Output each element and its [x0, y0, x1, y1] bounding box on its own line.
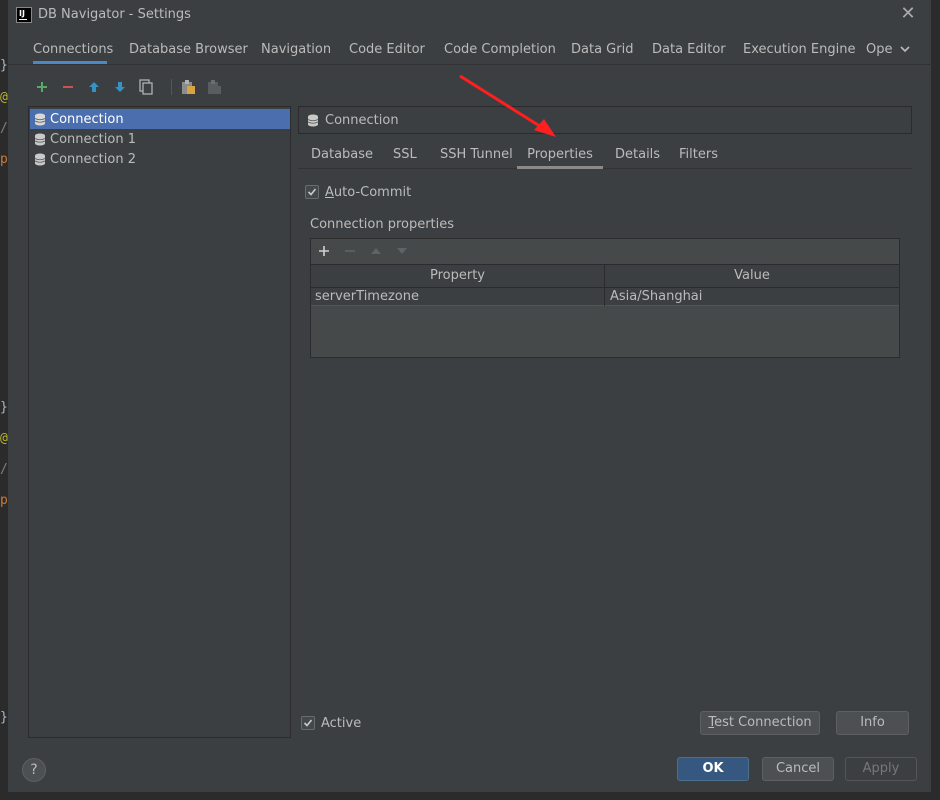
triangle-up-icon [371, 248, 381, 254]
tab-connections[interactable]: Connections [33, 34, 113, 64]
plus-icon [37, 82, 47, 92]
database-icon [34, 113, 46, 125]
test-connection-button[interactable]: Test Connection [700, 711, 820, 735]
tab-options-truncated[interactable]: Ope [866, 34, 892, 64]
list-item-label: Connection 2 [50, 151, 136, 167]
apply-button[interactable]: Apply [845, 757, 917, 781]
help-button[interactable]: ? [22, 758, 46, 782]
arrow-down-icon [115, 82, 125, 92]
copy-icon [139, 79, 153, 95]
main-tab-bar: Connections Database Browser Navigation … [8, 34, 932, 64]
editor-gutter-char: p [0, 493, 8, 508]
column-header-property[interactable]: Property [311, 265, 605, 287]
tab-code-editor[interactable]: Code Editor [349, 34, 425, 64]
auto-commit-checkbox[interactable] [305, 185, 319, 199]
intellij-app-icon: IJ [16, 7, 32, 23]
triangle-down-icon [397, 248, 407, 254]
connection-list: Connection Connection 1 Connection 2 [28, 106, 291, 738]
plus-icon [319, 246, 329, 256]
paste-disabled-button[interactable] [204, 76, 224, 98]
info-button[interactable]: Info [836, 711, 909, 735]
editor-background-gutter: } @ / p } @ / p } [0, 0, 8, 800]
editor-gutter-char: } [0, 400, 8, 415]
settings-dialog: IJ DB Navigator - Settings ✕ Connections… [8, 0, 932, 792]
property-value-cell[interactable]: Asia/Shanghai [605, 288, 899, 306]
close-icon[interactable]: ✕ [898, 4, 918, 24]
tab-data-grid[interactable]: Data Grid [571, 34, 633, 64]
tab-filters[interactable]: Filters [679, 140, 718, 169]
paste-icon [182, 80, 195, 94]
list-item[interactable]: Connection 2 [30, 149, 290, 169]
editor-gutter-char: } [0, 710, 8, 725]
database-icon [307, 114, 319, 126]
connection-header: Connection [298, 106, 912, 134]
tab-execution-engine[interactable]: Execution Engine [743, 34, 855, 64]
list-item[interactable]: Connection 1 [30, 129, 290, 149]
tab-details[interactable]: Details [615, 140, 660, 169]
tab-navigation[interactable]: Navigation [261, 34, 331, 64]
auto-commit-label[interactable]: Auto-Commit [325, 185, 411, 200]
table-row[interactable]: serverTimezone Asia/Shanghai [311, 288, 899, 306]
move-property-down-button[interactable] [393, 242, 411, 260]
connection-properties-label: Connection properties [310, 217, 455, 232]
editor-gutter-char: @ [0, 431, 8, 446]
editor-gutter-char: / [0, 121, 8, 136]
editor-gutter-char: / [0, 462, 8, 477]
properties-table-header: Property Value [311, 264, 899, 288]
tab-properties[interactable]: Properties [517, 140, 603, 169]
add-property-button[interactable] [315, 242, 333, 260]
minus-icon [345, 250, 355, 252]
tab-database-browser[interactable]: Database Browser [129, 34, 248, 64]
editor-gutter-char: } [0, 58, 8, 73]
connection-header-title: Connection [325, 112, 399, 128]
tab-data-editor[interactable]: Data Editor [652, 34, 726, 64]
move-up-button[interactable] [84, 76, 104, 98]
tab-ssh-tunnel[interactable]: SSH Tunnel [440, 140, 513, 169]
editor-gutter-char: p [0, 152, 8, 167]
clipboard-icon [208, 80, 221, 94]
paste-connection-button[interactable] [178, 76, 198, 98]
annotation-arrow-icon [459, 74, 556, 137]
editor-background-right [932, 0, 940, 800]
move-down-button[interactable] [110, 76, 130, 98]
list-item[interactable]: Connection [30, 109, 290, 129]
column-header-value[interactable]: Value [605, 265, 899, 287]
duplicate-connection-button[interactable] [136, 76, 156, 98]
add-connection-button[interactable] [32, 76, 52, 98]
tab-ssl[interactable]: SSL [393, 140, 417, 169]
toolbar-separator [171, 79, 172, 95]
move-property-up-button[interactable] [367, 242, 385, 260]
ok-button[interactable]: OK [677, 757, 749, 781]
database-icon [34, 133, 46, 145]
list-item-label: Connection 1 [50, 131, 136, 147]
active-checkbox[interactable] [301, 716, 315, 730]
properties-toolbar [311, 239, 899, 264]
editor-background-bottom [0, 792, 940, 800]
chevron-down-icon[interactable] [898, 42, 912, 56]
remove-connection-button[interactable] [58, 76, 78, 98]
checkmark-icon [307, 188, 317, 196]
tab-database[interactable]: Database [311, 140, 373, 169]
connection-sub-tabs: Database SSL SSH Tunnel Properties Detai… [298, 140, 912, 169]
database-icon [34, 153, 46, 165]
cancel-button[interactable]: Cancel [762, 757, 834, 781]
remove-property-button[interactable] [341, 242, 359, 260]
window-title: DB Navigator - Settings [38, 7, 191, 22]
active-label[interactable]: Active [321, 716, 361, 731]
title-bar: IJ DB Navigator - Settings ✕ [8, 0, 932, 30]
list-item-label: Connection [50, 111, 124, 127]
connection-properties-panel: Property Value serverTimezone Asia/Shang… [310, 238, 900, 358]
checkmark-icon [303, 719, 313, 727]
editor-gutter-char: @ [0, 90, 8, 105]
arrow-up-icon [89, 82, 99, 92]
tab-code-completion[interactable]: Code Completion [444, 34, 556, 64]
property-name-cell[interactable]: serverTimezone [311, 288, 605, 306]
minus-icon [63, 86, 73, 88]
tabs-divider [8, 64, 932, 65]
